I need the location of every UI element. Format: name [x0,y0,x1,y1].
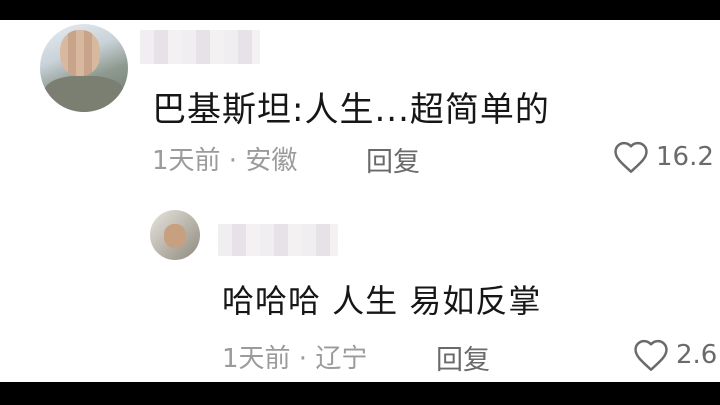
reply-meta: 1天前 · 辽宁 [222,344,368,374]
comment-reply-button[interactable]: 回复 [366,140,420,179]
comment-like-button[interactable]: 16.2 [612,140,714,174]
reply-like-count: 2.6 [676,340,718,370]
replier-name-blurred[interactable] [218,224,338,256]
reply-like-button[interactable]: 2.6 [632,338,717,372]
commenter-avatar[interactable] [40,24,128,112]
heart-icon [634,339,668,371]
commenter-name-blurred[interactable] [140,30,260,64]
reply-text: 哈哈哈 人生 易如反掌 [222,282,542,320]
replier-avatar[interactable] [150,210,200,260]
avatar-body [44,76,124,112]
comment-meta: 1天前 · 安徽 [152,146,298,176]
heart-icon [614,141,648,173]
avatar-face [60,30,100,76]
comment-text: 巴基斯坦:人生...超简单的 [152,90,550,130]
avatar-face [164,224,186,248]
reply-reply-button[interactable]: 回复 [436,338,490,377]
comment-like-count: 16.2 [656,142,714,172]
comment-thread: 巴基斯坦:人生...超简单的 1天前 · 安徽 回复 16.2 哈哈哈 人生 易… [0,20,720,382]
